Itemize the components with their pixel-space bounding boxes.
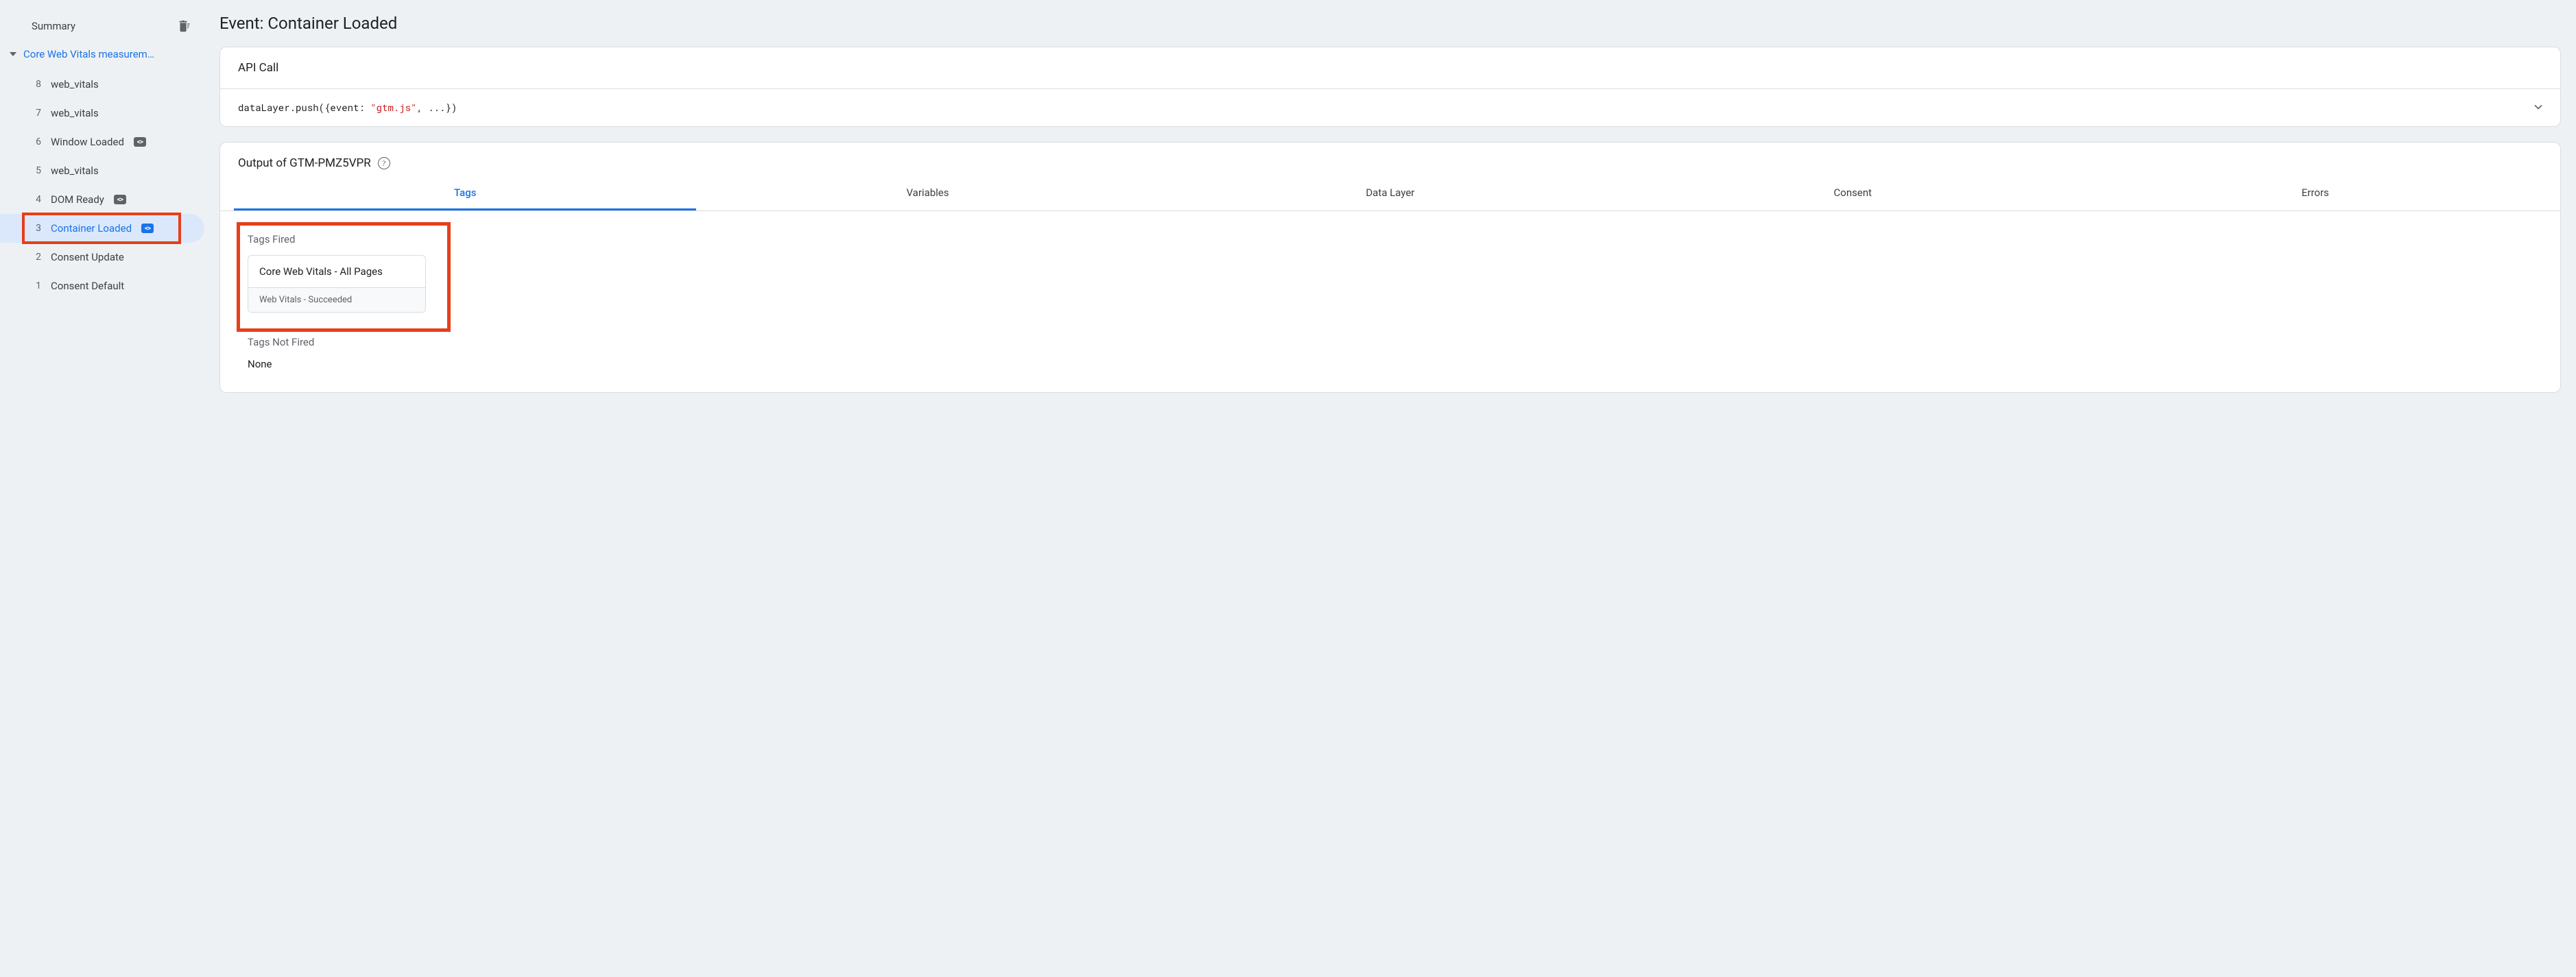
sidebar-event-item[interactable]: 8 web_vitals xyxy=(0,70,204,99)
main-content: Event: Container Loaded API Call dataLay… xyxy=(204,0,2576,977)
output-body: Tags Fired Core Web Vitals - All Pages W… xyxy=(220,211,2560,392)
sidebar-event-item[interactable]: 7 web_vitals xyxy=(0,99,204,128)
sidebar-event-item[interactable]: 3 Container Loaded xyxy=(0,214,204,243)
event-label: web_vitals xyxy=(51,165,99,177)
api-call-row[interactable]: dataLayer.push({event: "gtm.js", ...}) xyxy=(220,89,2560,126)
sidebar-event-item[interactable]: 4 DOM Ready xyxy=(0,185,204,214)
page-title: Event: Container Loaded xyxy=(219,14,2561,33)
group-label: Core Web Vitals measurem… xyxy=(23,48,196,60)
tabs: TagsVariablesData LayerConsentErrors xyxy=(220,177,2560,211)
help-icon[interactable]: ? xyxy=(378,157,390,169)
event-label: web_vitals xyxy=(51,78,99,91)
api-call-title: API Call xyxy=(220,47,2560,89)
code-badge-icon xyxy=(141,224,154,233)
sidebar-event-item[interactable]: 6 Window Loaded xyxy=(0,128,204,156)
event-index: 2 xyxy=(32,252,41,263)
tab-errors[interactable]: Errors xyxy=(2084,177,2547,210)
event-list: 8 web_vitals 7 web_vitals 6 Window Loaded 5 web… xyxy=(0,70,204,300)
event-index: 5 xyxy=(32,165,41,176)
event-index: 7 xyxy=(32,108,41,119)
tags-not-fired-value: None xyxy=(248,358,2533,370)
tab-tags[interactable]: Tags xyxy=(234,177,696,210)
tags-fired-label: Tags Fired xyxy=(248,233,2533,245)
tab-consent[interactable]: Consent xyxy=(1621,177,2084,210)
event-index: 8 xyxy=(32,79,41,90)
fired-tag-name: Core Web Vitals - All Pages xyxy=(248,256,425,287)
output-title-row: Output of GTM-PMZ5VPR ? xyxy=(220,143,2560,177)
collapse-icon xyxy=(10,52,16,56)
event-label: Consent Default xyxy=(51,280,124,292)
tags-fired-block: Tags Fired Core Web Vitals - All Pages W… xyxy=(238,224,2542,324)
sidebar-summary-row[interactable]: Summary xyxy=(0,11,204,41)
tab-variables[interactable]: Variables xyxy=(696,177,1158,210)
tags-not-fired-block: Tags Not Fired None xyxy=(238,330,2542,374)
code-badge-icon xyxy=(134,137,146,147)
code-badge-icon xyxy=(114,195,126,204)
event-index: 3 xyxy=(32,223,41,234)
event-label: Container Loaded xyxy=(51,222,132,234)
chevron-down-icon[interactable] xyxy=(2531,100,2545,114)
event-label: Consent Update xyxy=(51,251,124,263)
clear-events-icon[interactable] xyxy=(176,18,192,34)
event-label: DOM Ready xyxy=(51,193,104,206)
sidebar: Summary Core Web Vitals measurem… 8 web_v… xyxy=(0,0,204,977)
sidebar-event-item[interactable]: 1 Consent Default xyxy=(0,272,204,300)
tags-not-fired-label: Tags Not Fired xyxy=(248,336,2533,348)
sidebar-group[interactable]: Core Web Vitals measurem… xyxy=(0,41,204,67)
api-call-card: API Call dataLayer.push({event: "gtm.js"… xyxy=(219,47,2561,127)
sidebar-event-item[interactable]: 2 Consent Update xyxy=(0,243,204,272)
event-index: 1 xyxy=(32,280,41,291)
event-index: 4 xyxy=(32,194,41,205)
api-call-code: dataLayer.push({event: "gtm.js", ...}) xyxy=(238,101,457,114)
event-index: 6 xyxy=(32,136,41,147)
event-label: Window Loaded xyxy=(51,136,124,148)
tab-data-layer[interactable]: Data Layer xyxy=(1159,177,1621,210)
fired-tag-status: Web Vitals - Succeeded xyxy=(248,287,425,312)
output-card: Output of GTM-PMZ5VPR ? TagsVariablesDat… xyxy=(219,142,2561,393)
summary-label: Summary xyxy=(32,20,75,32)
sidebar-event-item[interactable]: 5 web_vitals xyxy=(0,156,204,185)
fired-tag-card[interactable]: Core Web Vitals - All Pages Web Vitals -… xyxy=(248,255,426,313)
event-label: web_vitals xyxy=(51,107,99,119)
output-title: Output of GTM-PMZ5VPR xyxy=(238,156,371,170)
